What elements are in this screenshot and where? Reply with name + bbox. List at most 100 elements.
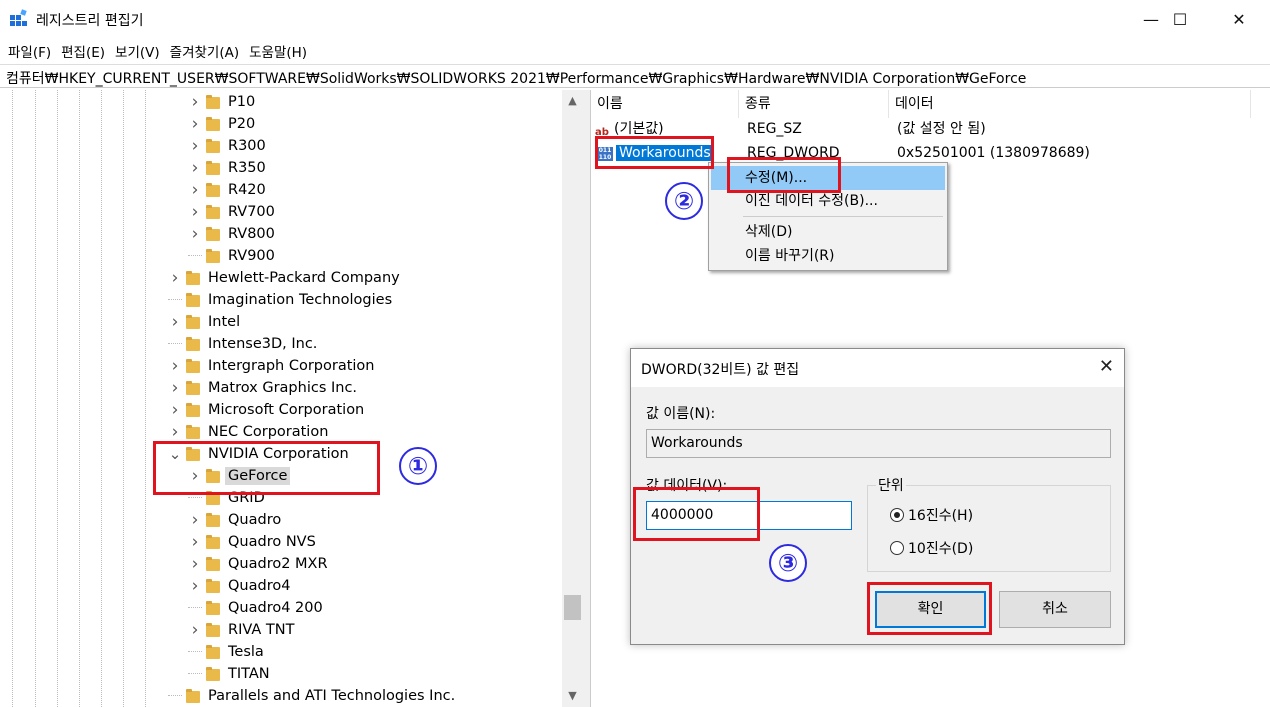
tree-item[interactable]: › R300 — [188, 135, 266, 157]
menu-file[interactable]: 파일(F) — [4, 41, 55, 61]
chevron-right-icon[interactable]: › — [188, 158, 202, 178]
tree-item-label: Tesla — [228, 644, 264, 660]
chevron-right-icon[interactable]: › — [188, 224, 202, 244]
chevron-right-icon[interactable]: › — [168, 400, 182, 420]
value-type: REG_SZ — [747, 121, 802, 137]
folder-icon — [186, 403, 200, 417]
tree-item[interactable]: › P20 — [188, 113, 256, 135]
tree-item[interactable]: › Intel — [168, 311, 241, 333]
tree-item[interactable]: › RV800 — [188, 223, 275, 245]
chevron-right-icon[interactable]: › — [188, 510, 202, 530]
column-header-data[interactable]: 데이터 — [889, 90, 1251, 118]
menu-help[interactable]: 도움말(H) — [245, 41, 311, 61]
dialog-close-icon[interactable]: ✕ — [1099, 356, 1114, 377]
tree-item-label: RV800 — [228, 226, 275, 242]
folder-icon — [186, 271, 200, 285]
chevron-right-icon[interactable]: › — [188, 576, 202, 596]
pane-splitter[interactable] — [583, 90, 591, 707]
key-tree: › P10 › P20 › R300 › R350 › R420 › RV700 › RV800 RV90… — [0, 90, 583, 707]
value-name-field[interactable]: Workarounds — [646, 429, 1111, 458]
base-label: 단위 — [876, 475, 906, 495]
chevron-right-icon[interactable]: › — [168, 356, 182, 376]
tree-item[interactable]: › Quadro2 MXR — [188, 553, 328, 575]
tree-item[interactable]: › Quadro NVS — [188, 531, 316, 553]
chevron-right-icon[interactable]: › — [188, 620, 202, 640]
tree-item[interactable]: › Quadro — [188, 509, 282, 531]
maximize-button[interactable]: ☐ — [1151, 0, 1209, 38]
menu-edit[interactable]: 편집(E) — [57, 41, 109, 61]
context-menu-rename[interactable]: 이름 바꾸기(R) — [711, 244, 945, 268]
tree-item[interactable]: Quadro4 200 — [188, 597, 323, 619]
tree-item[interactable]: TITAN — [188, 663, 270, 685]
tree-connector — [168, 685, 182, 696]
tree-item[interactable]: › R350 — [188, 157, 266, 179]
chevron-right-icon[interactable]: › — [188, 114, 202, 134]
folder-icon — [186, 315, 200, 329]
tree-guide-line — [35, 90, 36, 707]
chevron-right-icon[interactable]: › — [168, 268, 182, 288]
menu-view[interactable]: 보기(V) — [111, 41, 164, 61]
tree-item-label: Quadro4 200 — [228, 600, 323, 616]
radio-decimal[interactable]: 10진수(D) — [890, 538, 973, 558]
scroll-up-icon[interactable]: ▲ — [562, 92, 583, 110]
tree-item[interactable]: Imagination Technologies — [168, 289, 392, 311]
tree-item-label: R350 — [228, 160, 266, 176]
folder-icon — [206, 249, 220, 263]
value-name: (기본값) — [614, 121, 664, 137]
folder-icon — [206, 601, 220, 615]
tree-item-label: R300 — [228, 138, 266, 154]
tree-item[interactable]: Intense3D, Inc. — [168, 333, 317, 355]
close-button[interactable]: ✕ — [1210, 0, 1268, 38]
chevron-right-icon[interactable]: › — [168, 378, 182, 398]
value-data: 0x52501001 (1380978689) — [897, 145, 1090, 161]
tree-item[interactable]: RV900 — [188, 245, 275, 267]
step-3-badge: ③ — [769, 544, 807, 582]
tree-item[interactable]: › R420 — [188, 179, 266, 201]
step-2-badge: ② — [665, 182, 703, 220]
chevron-right-icon[interactable]: › — [188, 92, 202, 112]
tree-item[interactable]: › RV700 — [188, 201, 275, 223]
tree-item[interactable]: Tesla — [188, 641, 264, 663]
folder-icon — [206, 535, 220, 549]
chevron-right-icon[interactable]: › — [188, 136, 202, 156]
address-bar[interactable]: 컴퓨터₩HKEY_CURRENT_USER₩SOFTWARE₩SolidWork… — [0, 64, 1270, 88]
tree-item[interactable]: › Microsoft Corporation — [168, 399, 365, 421]
chevron-right-icon[interactable]: › — [188, 554, 202, 574]
folder-icon — [206, 227, 220, 241]
menu-favorites[interactable]: 즐겨찾기(A) — [166, 41, 243, 61]
tree-item[interactable]: › Quadro4 — [188, 575, 291, 597]
radio-hexadecimal[interactable]: 16진수(H) — [890, 505, 973, 525]
tree-item[interactable]: › RIVA TNT — [188, 619, 295, 641]
chevron-right-icon[interactable]: › — [188, 180, 202, 200]
tree-item-label: Imagination Technologies — [208, 292, 393, 308]
cancel-button[interactable]: 취소 — [999, 591, 1111, 628]
chevron-right-icon[interactable]: › — [168, 312, 182, 332]
folder-icon — [206, 117, 220, 131]
scroll-down-icon[interactable]: ▼ — [562, 687, 583, 705]
folder-icon — [186, 337, 200, 351]
tree-item-label: Intense3D, Inc. — [208, 336, 318, 352]
tree-item[interactable]: › Intergraph Corporation — [168, 355, 375, 377]
annotation-box-ok — [867, 582, 992, 635]
context-menu-delete[interactable]: 삭제(D) — [711, 220, 945, 244]
tree-item-label: RV900 — [228, 248, 275, 264]
tree-connector — [168, 289, 182, 300]
tree-connector — [188, 663, 202, 674]
annotation-box-workarounds — [595, 136, 714, 169]
folder-icon — [186, 689, 200, 703]
chevron-right-icon[interactable]: › — [168, 422, 182, 442]
tree-item[interactable]: › Matrox Graphics Inc. — [168, 377, 357, 399]
scroll-thumb[interactable] — [564, 595, 581, 620]
tree-item[interactable]: › P10 — [188, 91, 256, 113]
tree-item[interactable]: › Hewlett-Packard Company — [168, 267, 400, 289]
column-header-name[interactable]: 이름 — [591, 90, 739, 118]
tree-item-label: R420 — [228, 182, 266, 198]
tree-guide-line — [12, 90, 13, 707]
tree-item[interactable]: › NEC Corporation — [168, 421, 329, 443]
chevron-right-icon[interactable]: › — [188, 532, 202, 552]
tree-item[interactable]: Parallels and ATI Technologies Inc. — [168, 685, 455, 707]
folder-icon — [206, 579, 220, 593]
column-header-type[interactable]: 종류 — [739, 90, 889, 118]
chevron-right-icon[interactable]: › — [188, 202, 202, 222]
tree-scrollbar[interactable]: ▲ ▼ — [562, 90, 583, 707]
